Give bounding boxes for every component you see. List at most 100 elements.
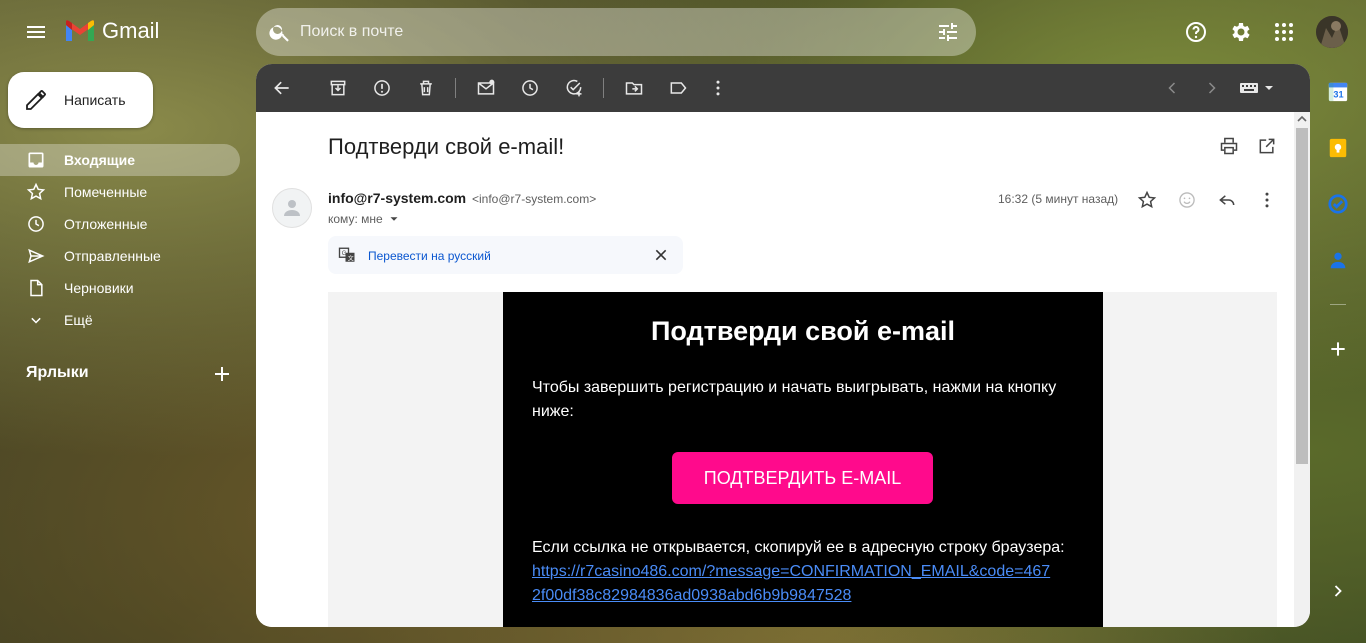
chevron-down-icon [31, 317, 41, 324]
email-fallback-text: Если ссылка не открывается, скопируй ее … [532, 539, 1065, 556]
more-vert-icon [716, 80, 720, 96]
add-label-icon[interactable] [210, 362, 234, 386]
translate-link[interactable]: Перевести на русский [368, 249, 491, 263]
app-name: Gmail [102, 18, 160, 43]
tasks-app-button[interactable] [1326, 192, 1350, 216]
add-task-button[interactable] [562, 76, 586, 100]
report-icon [374, 80, 390, 96]
add-task-icon [566, 79, 582, 97]
main-menu-button[interactable] [16, 12, 56, 52]
rail-divider [1330, 304, 1346, 305]
contacts-app-button[interactable] [1326, 248, 1350, 272]
emoji-icon [1179, 192, 1195, 208]
search-bar [256, 8, 976, 56]
apps-button[interactable] [1268, 16, 1300, 48]
archive-icon [330, 80, 346, 96]
get-addons-button[interactable] [1326, 337, 1350, 361]
labels-button[interactable] [666, 76, 690, 100]
sidebar-nav: Входящие Помеченные Отложенные Отправлен… [0, 144, 256, 336]
help-icon [1186, 22, 1206, 42]
message-panel: Подтверди свой e-mail! info@r7-system.co… [256, 64, 1310, 627]
apps-grid-icon [1275, 23, 1293, 41]
emoji-reaction-button[interactable] [1175, 188, 1199, 212]
chevron-left-icon [1168, 82, 1176, 94]
recipients-label: кому: мне [328, 212, 383, 226]
sidebar-item-starred[interactable]: Помеченные [0, 176, 240, 208]
search-input[interactable] [300, 8, 920, 56]
sidebar-item-label: Отправленные [64, 248, 161, 264]
chevron-right-icon [1208, 82, 1216, 94]
arrow-back-icon [274, 81, 289, 95]
close-icon[interactable] [653, 247, 669, 263]
confirmation-link[interactable]: https://r7casino486.com/?message=CONFIRM… [532, 560, 1052, 608]
keyboard-icon [1240, 83, 1273, 93]
inbox-icon [28, 152, 44, 168]
older-button[interactable] [1200, 76, 1224, 100]
sidebar-item-more[interactable]: Ещё [0, 304, 240, 336]
more-actions-button[interactable] [706, 76, 730, 100]
sidebar-item-label: Черновики [64, 280, 134, 296]
clock-icon [28, 216, 44, 232]
mark-unread-icon [477, 79, 495, 95]
sidebar-item-label: Ещё [64, 312, 93, 328]
input-tools-button[interactable] [1238, 76, 1278, 100]
sidebar-item-snoozed[interactable]: Отложенные [0, 208, 240, 240]
report-spam-button[interactable] [370, 76, 394, 100]
sender-email: <info@r7-system.com> [472, 192, 597, 206]
sender-name[interactable]: info@r7-system.com [328, 190, 466, 206]
message-scrollbar[interactable] [1294, 112, 1310, 627]
sidebar-item-sent[interactable]: Отправленные [0, 240, 240, 272]
translate-bar: G文 Перевести на русский [328, 236, 683, 274]
settings-button[interactable] [1224, 16, 1256, 48]
compose-button[interactable]: Написать [8, 72, 153, 128]
expand-side-panel-button[interactable] [1326, 579, 1350, 603]
scrollbar-thumb[interactable] [1296, 128, 1308, 464]
calendar-icon: 31 [1328, 82, 1348, 102]
avatar-image [1316, 16, 1348, 48]
search-icon[interactable] [268, 20, 292, 44]
tasks-icon [1328, 194, 1348, 214]
move-to-button[interactable] [622, 76, 646, 100]
top-bar: Gmail [0, 0, 1366, 64]
archive-button[interactable] [326, 76, 350, 100]
svg-text:31: 31 [1333, 90, 1343, 100]
toolbar-divider [455, 78, 456, 98]
message-subject: Подтверди свой e-mail! [328, 134, 565, 159]
trash-icon [420, 80, 432, 96]
back-button[interactable] [270, 76, 294, 100]
keep-app-button[interactable] [1326, 136, 1350, 160]
message-toolbar [256, 64, 1310, 112]
delete-button[interactable] [414, 76, 438, 100]
reply-button[interactable] [1215, 188, 1239, 212]
star-message-button[interactable] [1135, 188, 1159, 212]
send-icon [28, 248, 45, 264]
reply-icon [1219, 195, 1235, 206]
search-options-icon[interactable] [936, 20, 960, 44]
help-button[interactable] [1180, 16, 1212, 48]
star-icon [26, 182, 46, 201]
hamburger-menu-icon [27, 26, 45, 38]
mark-unread-button[interactable] [474, 76, 498, 100]
confirm-email-button[interactable]: ПОДТВЕРДИТЬ E-MAIL [672, 452, 933, 504]
compose-label: Написать [64, 92, 126, 108]
label-icon [670, 82, 687, 94]
newer-button[interactable] [1160, 76, 1184, 100]
keep-icon [1329, 138, 1347, 158]
snooze-button[interactable] [518, 76, 542, 100]
email-body: Подтверди свой e-mail Чтобы завершить ре… [328, 292, 1277, 627]
message-time: 16:32 (5 минут назад) [998, 192, 1119, 206]
calendar-app-button[interactable]: 31 [1326, 80, 1350, 104]
account-avatar[interactable] [1316, 16, 1348, 48]
svg-text:G: G [342, 251, 347, 257]
translate-icon: G文 [338, 247, 355, 262]
email-title: Подтверди свой e-mail [650, 316, 956, 346]
open-new-window-icon[interactable] [1257, 136, 1277, 156]
sidebar-item-inbox[interactable]: Входящие [0, 144, 240, 176]
print-icon[interactable] [1219, 136, 1239, 156]
scroll-up-icon[interactable] [1294, 112, 1310, 126]
message-more-button[interactable] [1255, 188, 1279, 212]
gmail-logo[interactable]: Gmail [64, 18, 159, 44]
sidebar-item-drafts[interactable]: Черновики [0, 272, 240, 304]
recipients-toggle[interactable]: кому: мне [328, 212, 401, 226]
more-vert-icon [1265, 192, 1269, 208]
